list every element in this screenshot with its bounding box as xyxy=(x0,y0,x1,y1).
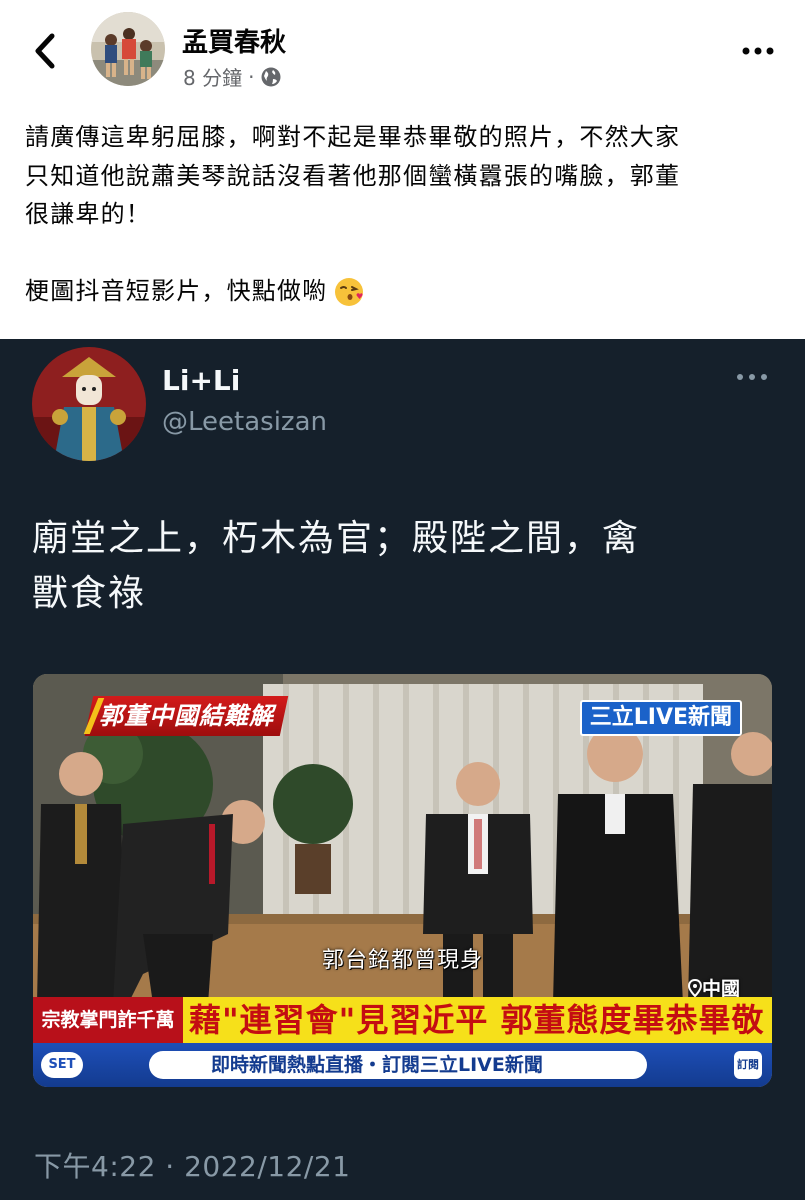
post-line: 很謙卑的！ xyxy=(25,200,151,228)
news-subtitle: 郭台銘都曾現身 xyxy=(321,948,483,973)
tweet-text-line: 獸食祿 xyxy=(32,573,147,614)
tweet-display-name: Li+Li xyxy=(162,364,241,397)
tweet-avatar xyxy=(32,347,146,461)
post-meta: 8 分鐘 · xyxy=(183,62,282,91)
back-chevron-icon[interactable] xyxy=(28,30,64,72)
news-top-banner: 郭董中國結難解 xyxy=(84,696,289,736)
globe-icon xyxy=(261,67,281,86)
author-name[interactable]: 孟買春秋 xyxy=(182,22,286,59)
post-line-2: 梗圖抖音短影片，快點做喲 xyxy=(25,272,785,311)
post-text: 請廣傳這卑躬屈膝，啊對不起是畢恭畢敬的照片，不然大家 只知道他說蕭美琴說話沒看著… xyxy=(25,118,785,310)
author-avatar[interactable] xyxy=(91,12,165,86)
subscribe-icon: 訂閱 xyxy=(734,1051,762,1079)
subscribe-bar: 即時新聞熱點直播・訂閱三立LIVE新聞 xyxy=(149,1051,647,1079)
tweet-screenshot: Li+Li @Leetasizan 廟堂之上，朽木為官；殿陛之間，禽 獸食祿 郭… xyxy=(0,339,805,1200)
ticker-side-headline: 宗教掌門詐千萬 xyxy=(33,997,183,1043)
post-header: 孟買春秋 8 分鐘 · xyxy=(0,0,805,100)
channel-logo: 三立LIVE新聞 xyxy=(579,700,742,736)
post-line: 請廣傳這卑躬屈膝，啊對不起是畢恭畢敬的照片，不然大家 xyxy=(25,123,681,151)
ticker-headline: 藉"連習會"見習近平 郭董態度畢恭畢敬 xyxy=(189,1001,765,1039)
post-paragraph-2: 梗圖抖音短影片，快點做喲 xyxy=(25,276,328,305)
kissing-face-emoji-icon xyxy=(335,277,364,306)
tweet-timestamp: 下午4:22 · 2022/12/21 xyxy=(34,1150,351,1183)
news-ticker: 宗教掌門詐千萬 藉"連習會"見習近平 郭董態度畢恭畢敬 xyxy=(33,997,772,1043)
tweet-text-line: 廟堂之上，朽木為官；殿陛之間，禽 xyxy=(32,518,641,559)
set-logo: SET xyxy=(41,1052,83,1078)
post-time[interactable]: 8 分鐘 xyxy=(183,62,242,91)
meta-separator: · xyxy=(248,64,255,89)
post-line: 只知道他說蕭美琴說話沒看著他那個蠻橫囂張的嘴臉，郭董 xyxy=(25,161,681,190)
location-pin-icon xyxy=(687,978,702,998)
tweet-media-image: 郭董中國結難解 三立LIVE新聞 郭台銘都曾現身 中國 宗教掌門詐千萬 藉"連習… xyxy=(33,674,772,1087)
news-bottom-bar: SET 即時新聞熱點直播・訂閱三立LIVE新聞 訂閱 xyxy=(33,1043,772,1087)
tweet-text: 廟堂之上，朽木為官；殿陛之間，禽 獸食祿 xyxy=(32,511,772,621)
tweet-more-icon xyxy=(737,374,767,380)
more-options-icon[interactable] xyxy=(741,34,775,68)
tweet-handle: @Leetasizan xyxy=(162,407,327,437)
